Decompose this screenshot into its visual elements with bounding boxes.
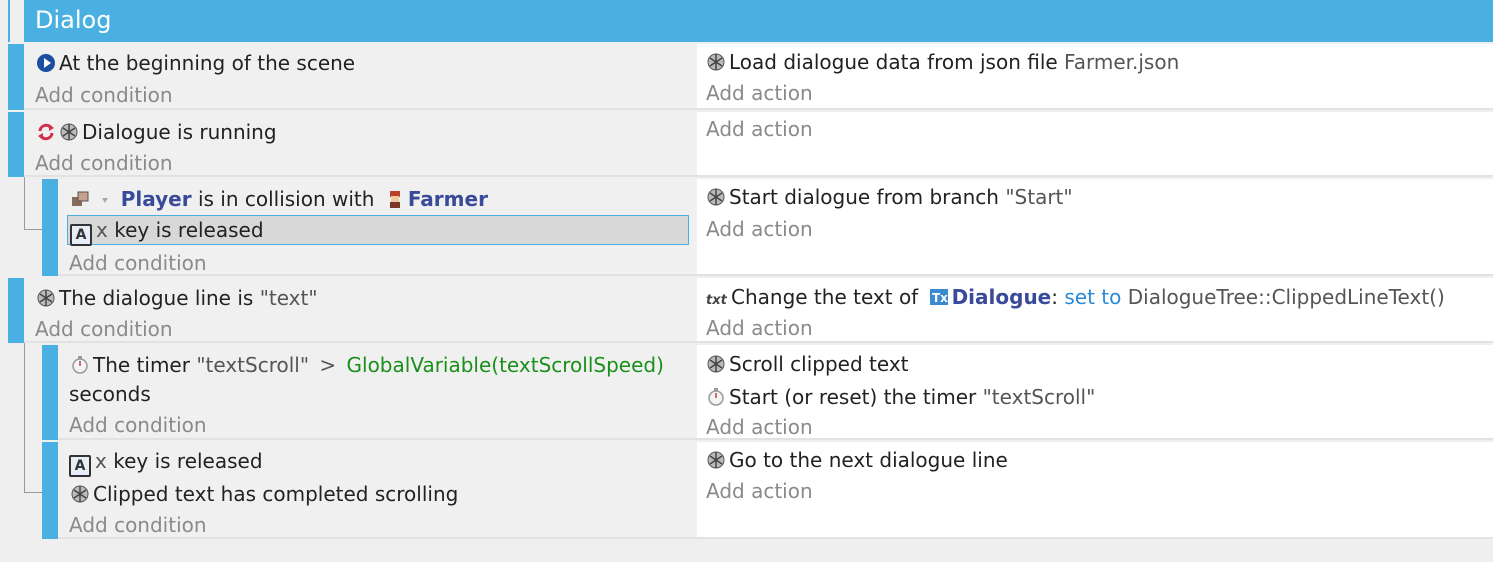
repeat-icon — [36, 121, 56, 141]
event-6-gutter[interactable] — [42, 442, 58, 539]
dialogue-tree-icon — [706, 51, 726, 71]
event-2-gutter[interactable] — [8, 112, 24, 177]
add-action-button[interactable]: Add action — [706, 215, 813, 243]
event-4-condition[interactable]: The dialogue line is "text" — [36, 284, 318, 312]
event-3-conditions: Player is in collision with Farmer Ax ke… — [58, 179, 697, 276]
farmer-sprite-icon — [385, 188, 405, 208]
keyboard-key-icon: A — [70, 224, 92, 246]
event-1-gutter[interactable] — [8, 44, 24, 110]
event-4-actions: txt Change the text of Tx Dialogue: set t… — [697, 278, 1493, 343]
tree-connector — [24, 177, 25, 229]
keyboard-key-icon: A — [69, 455, 91, 477]
event-5-action-scroll[interactable]: Scroll clipped text — [706, 350, 909, 378]
add-condition-button[interactable]: Add condition — [35, 149, 173, 177]
event-6-actions: Go to the next dialogue line Add action — [697, 442, 1493, 539]
event-5-actions: Scroll clipped text Start (or reset) the… — [697, 345, 1493, 440]
event-3-condition-collision[interactable]: Player is in collision with Farmer — [70, 185, 488, 213]
event-5-conditions: The timer "textScroll" > GlobalVariable(… — [58, 345, 697, 440]
chevron-down-icon — [99, 188, 111, 208]
add-condition-button[interactable]: Add condition — [69, 249, 207, 277]
selected-condition[interactable]: Ax key is released — [67, 215, 689, 246]
tree-connector — [24, 229, 42, 230]
text-object-icon: Tx — [929, 286, 949, 306]
add-action-button[interactable]: Add action — [706, 115, 813, 143]
event-2-condition[interactable]: Dialogue is running — [36, 118, 277, 146]
condition-text: At the beginning of the scene — [59, 51, 356, 75]
event-6-action[interactable]: Go to the next dialogue line — [706, 446, 1008, 474]
dialogue-tree-icon — [706, 449, 726, 469]
event-5-condition-suffix: seconds — [69, 382, 151, 406]
text-icon: txt — [706, 293, 727, 308]
add-action-button[interactable]: Add action — [706, 79, 813, 107]
add-action-button[interactable]: Add action — [706, 477, 813, 505]
timer-icon — [70, 354, 90, 374]
event-6-condition-clipped[interactable]: Clipped text has completed scrolling — [70, 480, 458, 508]
dialogue-tree-icon — [706, 186, 726, 206]
dialogue-tree-icon — [706, 353, 726, 373]
event-3-actions: Start dialogue from branch "Start" Add a… — [697, 179, 1493, 276]
add-condition-button[interactable]: Add condition — [35, 81, 173, 109]
tree-connector — [24, 492, 42, 493]
dialogue-tree-icon — [36, 287, 56, 307]
add-action-button[interactable]: Add action — [706, 413, 813, 441]
event-1-condition[interactable]: At the beginning of the scene — [36, 49, 355, 77]
event-6-conditions: Ax key is released Clipped text has comp… — [58, 442, 697, 539]
event-3-action[interactable]: Start dialogue from branch "Start" — [706, 183, 1073, 211]
timer-icon — [706, 386, 726, 406]
collision-icon — [70, 188, 90, 208]
event-2-conditions: Dialogue is running Add condition — [24, 112, 697, 177]
event-3-gutter[interactable] — [42, 179, 58, 276]
add-condition-button[interactable]: Add condition — [69, 511, 207, 539]
event-1-action[interactable]: Load dialogue data from json file Farmer… — [706, 48, 1179, 76]
dialogue-tree-icon — [59, 121, 79, 141]
tree-connector — [24, 343, 25, 492]
event-5-action-timer[interactable]: Start (or reset) the timer "textScroll" — [706, 383, 1095, 411]
add-condition-button[interactable]: Add condition — [35, 315, 173, 343]
add-action-button[interactable]: Add action — [706, 314, 813, 342]
event-4-gutter[interactable] — [8, 278, 24, 343]
event-4-action[interactable]: txt Change the text of Tx Dialogue: set t… — [706, 283, 1445, 311]
event-1-actions: Load dialogue data from json file Farmer… — [697, 44, 1493, 110]
event-5-gutter[interactable] — [42, 345, 58, 440]
scene-start-icon — [36, 52, 56, 72]
dialogue-tree-icon — [70, 483, 90, 503]
group-header[interactable]: Dialog — [24, 0, 1493, 42]
add-condition-button[interactable]: Add condition — [69, 411, 207, 439]
event-2-actions: Add action — [697, 112, 1493, 177]
group-tree-bar — [8, 0, 10, 42]
svg-text:Tx: Tx — [932, 291, 948, 305]
event-6-condition-key[interactable]: Ax key is released — [69, 447, 263, 477]
event-1-conditions: At the beginning of the scene Add condit… — [24, 44, 697, 110]
group-title: Dialog — [35, 6, 112, 34]
event-5-condition[interactable]: The timer "textScroll" > GlobalVariable(… — [70, 351, 664, 379]
event-4-conditions: The dialogue line is "text" Add conditio… — [24, 278, 697, 343]
